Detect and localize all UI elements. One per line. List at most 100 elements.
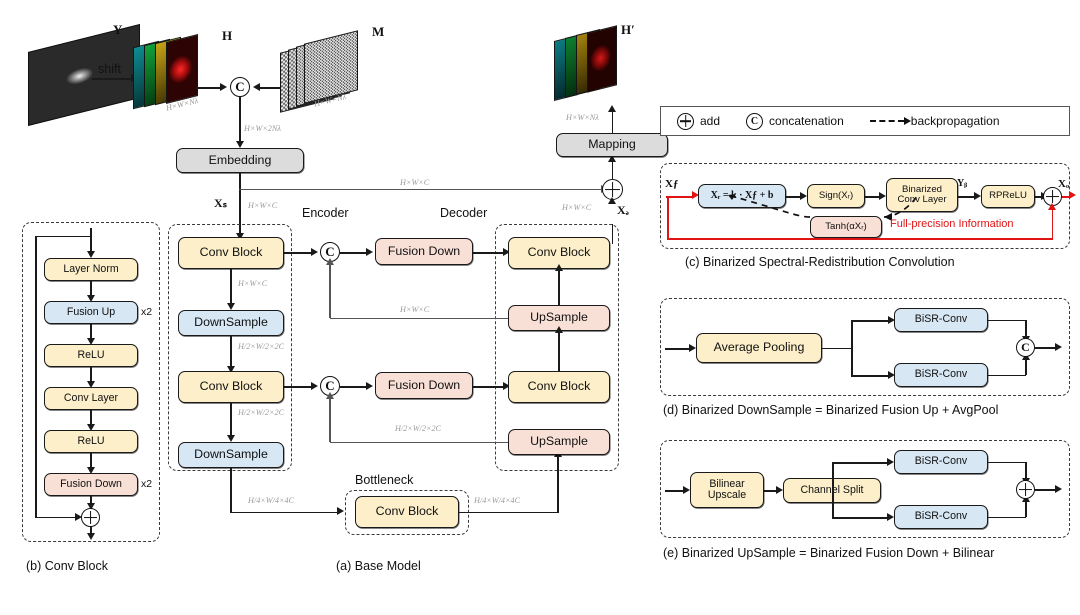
relu-node-1[interactable]: ReLU: [44, 344, 138, 367]
convblock-residual-top: [35, 235, 91, 238]
panel-a-caption: (a) Base Model: [336, 559, 421, 573]
line-concat-to-embedding: [239, 97, 241, 143]
label-M: M: [372, 24, 385, 39]
fusion-down-node[interactable]: Fusion Down: [44, 473, 138, 496]
arrow-shift: [92, 78, 132, 80]
arrowhead-h-to-concat: [220, 82, 227, 91]
fusion-up-node[interactable]: Fusion Up: [44, 301, 138, 324]
encoder-label: Encoder: [302, 206, 349, 220]
downsample-1[interactable]: DownSample: [178, 310, 284, 336]
bisr-conv-d-top[interactable]: BiSR-Conv: [894, 308, 988, 332]
layer-norm-node[interactable]: Layer Norm: [44, 258, 138, 281]
concat-op-input: C: [230, 77, 250, 97]
legend-item-add: add: [677, 112, 721, 130]
d-output-line: [1035, 347, 1057, 349]
dim-bottleneck-out: H/4×W/4×4C: [474, 496, 521, 505]
line-enc1-to-concat1: [284, 252, 313, 254]
line-up1-to-concat1-h: [330, 317, 508, 319]
legend-add-label: add: [700, 114, 721, 128]
arrowhead-bisr-output: [1069, 191, 1076, 200]
decoder-conv-block-2[interactable]: Conv Block: [508, 371, 610, 403]
dim-enc1-out: H×W×C: [238, 279, 268, 288]
upsample-2[interactable]: UpSample: [508, 429, 610, 455]
full-precision-label: Full-precision Information: [890, 218, 1014, 230]
relu-node-2[interactable]: ReLU: [44, 430, 138, 453]
dashed-arrow-icon: [869, 117, 911, 126]
label-Xs: Xₛ: [214, 196, 228, 210]
convblock-residual-v: [35, 236, 37, 518]
skip-connection-top: [239, 189, 605, 191]
fp-line-bottom: [667, 238, 1053, 240]
conv-layer-node[interactable]: Conv Layer: [44, 387, 138, 410]
arrowhead-enc1-to-down1: [226, 303, 235, 310]
e-output-line: [1035, 489, 1057, 491]
line-dec1-up-from-up1: [558, 269, 561, 305]
line-to-bottleneck-h: [230, 511, 340, 514]
dim-enc2-in: H/2×W/2×2C: [238, 342, 285, 351]
concat-glyph: C: [1021, 340, 1030, 354]
line-dec1-to-xd: [611, 224, 614, 238]
line-enc2-to-concat2: [284, 386, 313, 388]
bottleneck-label: Bottleneck: [355, 473, 414, 487]
fp-line-right-v: [1051, 210, 1054, 240]
arrowhead-enc2-to-down2: [226, 435, 235, 442]
bottleneck-conv-block[interactable]: Conv Block: [355, 496, 459, 528]
bisr-conv-e-top[interactable]: BiSR-Conv: [894, 450, 988, 474]
arrowhead-mask-to-concat: [253, 82, 260, 91]
average-pooling-node[interactable]: Average Pooling: [696, 333, 822, 363]
conv-block-label: Conv Block: [527, 245, 591, 260]
panel-d-caption: (d) Binarized DownSample = Binarized Fus…: [663, 403, 999, 417]
add-op-upsample: [1016, 480, 1035, 499]
fp-line-left-v: [667, 196, 669, 240]
e-merge-bottom: [988, 516, 1026, 519]
bisr-backprop-paths: [727, 194, 919, 221]
encoder-conv-block-1[interactable]: Conv Block: [178, 237, 284, 269]
arrow-h-to-concat: [196, 87, 221, 89]
dim-skip1: H×W×C: [400, 305, 430, 314]
line-enc2-to-down2: [230, 403, 232, 437]
decoder-label: Decoder: [440, 206, 488, 220]
fusion-down-repeat: x2: [141, 478, 153, 490]
d-merge-top: [988, 319, 1026, 322]
plus-circle-icon: [677, 112, 694, 130]
encoder-conv-block-2[interactable]: Conv Block: [178, 371, 284, 403]
fusion-down-2[interactable]: Fusion Down: [375, 372, 473, 399]
upsample-label: UpSample: [530, 310, 588, 325]
bisr-conv-d-bottom[interactable]: BiSR-Conv: [894, 363, 988, 387]
fusion-down-label: Fusion Down: [387, 243, 461, 258]
fusion-down-1[interactable]: Fusion Down: [375, 238, 473, 265]
legend-backprop-label: backpropagation: [910, 114, 1000, 128]
bisr-conv-e-bottom[interactable]: BiSR-Conv: [894, 505, 988, 529]
c-circle-icon: C: [746, 112, 764, 130]
embedding-node[interactable]: Embedding: [176, 148, 304, 173]
line-bottleneck-to-up2: [557, 455, 560, 512]
arrowhead-convblock-out: [86, 533, 95, 540]
bilinear-upscale-label-line2: Upscale: [707, 489, 747, 501]
relu-label: ReLU: [77, 434, 105, 447]
arrowhead-e-input: [683, 485, 690, 494]
d-input-line: [665, 348, 691, 350]
arrowhead-convblock-in: [86, 251, 95, 258]
line-concat2-to-fusion2: [340, 386, 368, 388]
conv-block-label: Conv Block: [199, 245, 263, 260]
line-down1-to-enc2: [230, 336, 232, 368]
mapping-node[interactable]: Mapping: [556, 133, 668, 157]
line-up2-to-concat2-v: [329, 397, 331, 442]
conv-block-label: Conv Block: [375, 504, 439, 519]
legend-item-concat: C concatenation: [746, 112, 844, 130]
dim-concat: H×W×2Nλ: [244, 124, 281, 133]
arrowhead-dec2-to-up1: [554, 326, 563, 333]
arrowhead-up1-to-concat1: [325, 258, 334, 265]
arrowhead-fp-to-add: [1048, 203, 1056, 210]
downsample-2[interactable]: DownSample: [178, 442, 284, 468]
bisr-conv-label: BiSR-Conv: [914, 510, 968, 523]
bilinear-upscale-node[interactable]: Bilinear Upscale: [690, 472, 764, 508]
downsample-label: DownSample: [194, 447, 268, 462]
arrowhead-bilinear-to-split: [776, 485, 783, 494]
dim-xd: H×W×C: [562, 203, 592, 212]
arrowhead-e-output: [1055, 484, 1062, 493]
line-dec2-to-up1: [558, 331, 561, 371]
dim-out: H×W×Nλ: [566, 113, 599, 122]
e-merge-top: [988, 461, 1026, 464]
conv-block-label: Conv Block: [199, 379, 263, 394]
